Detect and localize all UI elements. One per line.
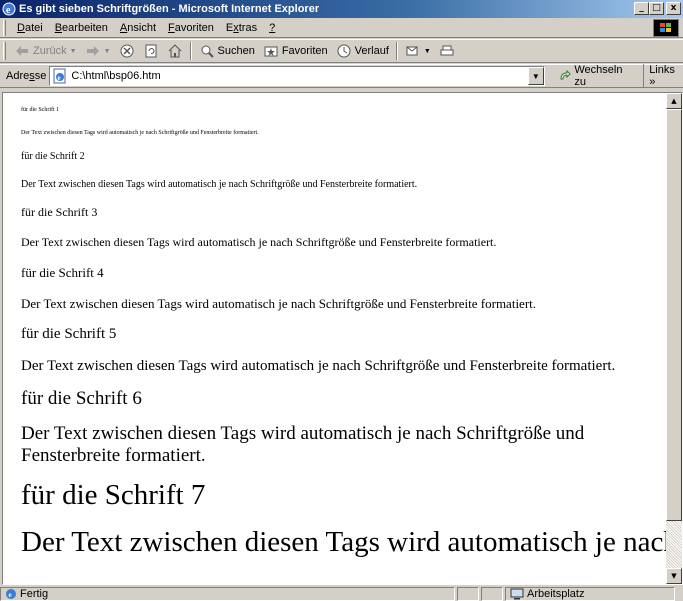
menu-help[interactable]: ? [263, 22, 281, 34]
status-cell [457, 586, 479, 601]
text-line: Der Text zwischen diesen Tags wird autom… [21, 235, 497, 249]
toolbar-separator [395, 42, 398, 60]
maximize-button[interactable]: □ [649, 2, 664, 15]
menu-bearbeiten[interactable]: Bearbeiten [49, 22, 114, 34]
favorites-button[interactable]: Favoriten [259, 40, 332, 62]
text-line: Der Text zwischen diesen Tags wird autom… [21, 130, 259, 136]
forward-dropdown-icon: ▼ [103, 47, 111, 55]
mail-button[interactable]: ▼ [401, 40, 435, 62]
toolbar-grip[interactable] [3, 42, 6, 60]
text-line: für die Schrift 4 [21, 265, 104, 280]
text-line: für die Schrift 6 [21, 388, 142, 409]
text-line: für die Schrift 1 [21, 107, 60, 113]
text-line: für die Schrift 2 [21, 151, 85, 162]
text-line: Der Text zwischen diesen Tags wird autom… [21, 423, 585, 466]
ie-window: e Es gibt sieben Schriftgrößen - Microso… [0, 0, 683, 601]
menu-extras[interactable]: Extras [220, 22, 263, 34]
svg-text:e: e [6, 5, 11, 16]
svg-text:e: e [9, 591, 12, 599]
title-bar: e Es gibt sieben Schriftgrößen - Microso… [0, 0, 683, 18]
go-arrow-icon [557, 68, 573, 84]
back-dropdown-icon: ▼ [69, 47, 77, 55]
forward-button[interactable]: ▼ [81, 40, 115, 62]
minimize-button[interactable]: _ [634, 2, 649, 15]
status-cell [481, 586, 503, 601]
mail-icon [405, 43, 421, 59]
svg-text:e: e [58, 74, 61, 82]
mail-dropdown-icon: ▼ [423, 47, 431, 55]
page-done-icon: e [5, 588, 17, 600]
arrow-right-icon [85, 43, 101, 59]
menu-ansicht[interactable]: Ansicht [114, 22, 162, 34]
close-button[interactable]: x [666, 2, 681, 15]
text-line: Der Text zwischen diesen Tags wird autom… [21, 525, 667, 558]
standard-toolbar: Zurück ▼ ▼ Suchen Favoriten Verlauf ▼ [0, 39, 683, 63]
security-zone: Arbeitsplatz [505, 586, 675, 601]
home-button[interactable] [163, 40, 187, 62]
go-button[interactable]: Wechseln zu [553, 64, 639, 88]
search-button[interactable]: Suchen [195, 40, 259, 62]
address-input[interactable]: e C:\html\bsp06.htm ▼ [49, 66, 545, 86]
status-main: e Fertig [0, 586, 455, 601]
text-line: für die Schrift 7 [21, 478, 206, 511]
window-controls: _ □ x [634, 2, 681, 15]
scroll-thumb[interactable] [666, 109, 682, 521]
page-content: für die Schrift 1 Der Text zwischen dies… [3, 93, 667, 584]
print-button[interactable] [435, 40, 459, 62]
address-value: C:\html\bsp06.htm [71, 70, 161, 82]
links-button[interactable]: Links » [643, 64, 683, 88]
status-bar: e Fertig Arbeitsplatz [0, 586, 683, 601]
text-line: Der Text zwischen diesen Tags wird autom… [21, 296, 537, 311]
address-label: Adresse [6, 70, 47, 82]
menu-datei[interactable]: Datei [11, 22, 49, 34]
page-icon: e [52, 68, 68, 84]
favorites-icon [263, 43, 279, 59]
menu-grip[interactable] [3, 19, 6, 36]
vertical-scrollbar[interactable]: ▲ ▼ [666, 93, 682, 584]
address-bar: Adresse e C:\html\bsp06.htm ▼ Wechseln z… [0, 64, 683, 88]
status-text: Fertig [20, 587, 49, 600]
scroll-up-button[interactable]: ▲ [666, 93, 682, 109]
history-button[interactable]: Verlauf [332, 40, 393, 62]
scroll-down-button[interactable]: ▼ [666, 568, 682, 584]
stop-icon [119, 43, 135, 59]
back-button[interactable]: Zurück ▼ [10, 40, 81, 62]
print-icon [439, 43, 455, 59]
address-dropdown-button[interactable]: ▼ [527, 67, 544, 85]
stop-button[interactable] [115, 40, 139, 62]
search-icon [199, 43, 215, 59]
text-line: für die Schrift 3 [21, 205, 98, 219]
text-line: Der Text zwischen diesen Tags wird autom… [21, 179, 418, 190]
text-line: Der Text zwischen diesen Tags wird autom… [21, 358, 616, 374]
zone-text: Arbeitsplatz [527, 587, 585, 600]
computer-icon [510, 588, 524, 600]
arrow-left-icon [14, 43, 30, 59]
home-icon [167, 43, 183, 59]
refresh-button[interactable] [139, 40, 163, 62]
windows-logo-icon [653, 19, 679, 37]
ie-logo-icon: e [2, 2, 16, 16]
menu-bar: Datei Bearbeiten Ansicht Favoriten Extra… [0, 18, 683, 38]
text-line: für die Schrift 5 [21, 326, 117, 342]
toolbar-separator [189, 42, 192, 60]
history-icon [336, 43, 352, 59]
menu-favoriten[interactable]: Favoriten [162, 22, 220, 34]
content-frame: für die Schrift 1 Der Text zwischen dies… [2, 92, 683, 585]
window-title: Es gibt sieben Schriftgrößen - Microsoft… [19, 3, 320, 15]
refresh-icon [143, 43, 159, 59]
